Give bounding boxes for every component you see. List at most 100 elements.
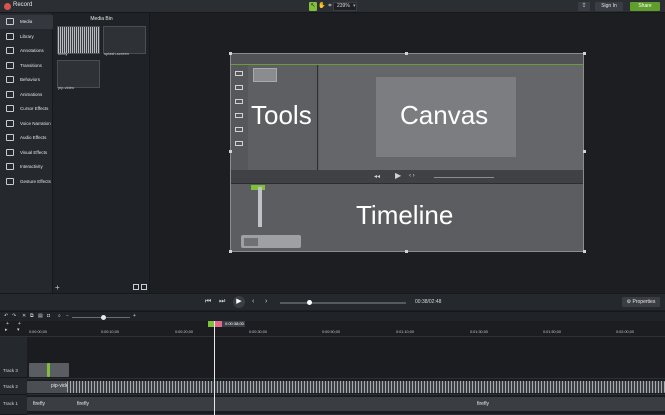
firefly-clip-label: firefly: [477, 401, 489, 407]
track-lane-3[interactable]: [27, 361, 665, 379]
sidebar-item-voice-narration[interactable]: Voice Narration: [0, 117, 53, 131]
track-2-audio-waveform[interactable]: [67, 381, 665, 393]
sidebar-item-label: Cursor Effects: [20, 106, 49, 111]
sidebar-item-visual-effects[interactable]: Visual Effects: [0, 146, 53, 160]
sidebar-item-label: Animations: [20, 91, 43, 97]
ruler-tick-label: 0:00:20;00: [175, 330, 193, 334]
grid-view-icon[interactable]: [133, 284, 139, 290]
track-lane-1[interactable]: firefly firefly firefly: [27, 395, 665, 415]
add-media-button[interactable]: +: [55, 283, 60, 292]
resize-handle[interactable]: [229, 150, 232, 153]
next-clip-icon[interactable]: ›: [265, 298, 267, 305]
play-button[interactable]: ▶: [233, 296, 245, 308]
ruler-tick-label: 0:02:00;00: [616, 330, 634, 334]
sidebar-item-label: Transitions: [20, 62, 42, 68]
media-thumbnail-pip-video[interactable]: [57, 60, 100, 88]
track-3-clip-marker: [47, 363, 50, 377]
redo-icon[interactable]: ↷: [12, 313, 16, 319]
previous-clip-icon[interactable]: ‹: [252, 298, 254, 305]
copy-icon[interactable]: ⧉: [30, 313, 34, 319]
top-toolbar: Record ↖ ✋ ⌗ 239% ▾ ⇪ Sign In Share: [0, 0, 665, 13]
firefly-clip-label: firefly: [33, 401, 45, 407]
sign-in-button[interactable]: Sign In: [595, 2, 623, 11]
timeline-ruler[interactable]: + + ▸ ▾ 0:00:38;00 0:00:00;00 0:00:10;00…: [0, 321, 665, 337]
sidebar-item-audio-effects[interactable]: Audio Effects: [0, 131, 53, 145]
playhead-out-marker[interactable]: [215, 321, 222, 327]
resize-handle[interactable]: [583, 250, 586, 253]
resize-handle[interactable]: [405, 52, 408, 55]
playhead-line[interactable]: [214, 321, 215, 415]
canvas-label: Canvas: [400, 100, 489, 130]
interactivity-icon: [6, 163, 14, 170]
record-icon[interactable]: [4, 3, 11, 10]
cut-icon[interactable]: ✕: [22, 313, 26, 319]
resize-handle[interactable]: [229, 250, 232, 253]
track-name-2: Track 2: [3, 384, 18, 389]
behaviors-icon: [6, 76, 14, 83]
firefly-clip[interactable]: [27, 397, 665, 411]
media-thumbnail-firefly[interactable]: [57, 26, 100, 54]
sidebar-item-transitions[interactable]: Transitions: [0, 59, 53, 73]
preview-tool-icon: [235, 127, 243, 132]
preview-scrubber: [434, 177, 494, 178]
ruler-tick-label: 0:00:50;00: [322, 330, 340, 334]
playback-scrubber[interactable]: [280, 302, 406, 304]
scrubber-handle[interactable]: [307, 300, 312, 305]
pan-tool-icon[interactable]: ✋: [318, 2, 326, 11]
chevron-down-icon[interactable]: ▾: [353, 2, 356, 11]
sidebar-item-interactivity[interactable]: Interactivity: [0, 160, 53, 174]
ruler-tick-label: 0:01:30;00: [470, 330, 488, 334]
select-tool-icon[interactable]: ↖: [309, 2, 317, 11]
sidebar-item-media[interactable]: Media: [0, 15, 53, 29]
sidebar-item-cursor-effects[interactable]: Cursor Effects: [0, 102, 53, 116]
snapshot-icon[interactable]: ◘: [47, 313, 50, 319]
gesture-effects-icon: [6, 177, 14, 185]
expand-tracks-icon[interactable]: ▾: [17, 327, 20, 333]
sidebar-item-label: Gesture Effects: [20, 178, 51, 184]
sidebar-item-annotations[interactable]: Annotations: [0, 44, 53, 58]
preview-playbar: [231, 170, 583, 184]
timeline-tracks: Track 3 Track 2 Track 1 pip-video firefl…: [0, 337, 665, 415]
sidebar-item-label: Behaviors: [20, 77, 41, 82]
resize-handle[interactable]: [583, 150, 586, 153]
firefly-clip-label: firefly: [77, 401, 89, 407]
sidebar-item-gesture-effects[interactable]: Gesture Effects: [0, 175, 53, 189]
preview-topbar: [231, 54, 583, 65]
track-name-3: Track 3: [3, 368, 18, 373]
timeline-zoom-handle[interactable]: [101, 315, 106, 320]
ruler-tick-label: 0:00:30;00: [249, 330, 267, 334]
timeline-toolbar: ↶ ↷ ✕ ⧉ ▤ ◘ ⌕ − +: [0, 311, 665, 321]
zoom-icon[interactable]: ⌕: [58, 313, 61, 319]
media-thumbnail-splash-screen[interactable]: [103, 26, 146, 54]
zoom-out-icon[interactable]: −: [66, 313, 69, 319]
resize-handle[interactable]: [229, 52, 232, 55]
sidebar-item-animations[interactable]: Animations: [0, 88, 53, 102]
upload-button[interactable]: ⇪: [578, 2, 590, 11]
sidebar-item-label: Audio Effects: [20, 135, 47, 140]
preview-tool-icon: [235, 99, 243, 104]
track-lane-2[interactable]: pip-video: [27, 379, 665, 395]
transitions-icon: [6, 61, 14, 69]
list-view-icon[interactable]: [141, 284, 147, 290]
canvas-preview-image[interactable]: Tools Canvas ◂◂ ▶ ‹ › Timeline: [230, 53, 584, 252]
ruler-tick-label: 0:01:10;00: [396, 330, 414, 334]
share-button[interactable]: Share: [630, 2, 660, 11]
step-back-icon[interactable]: ⏮: [205, 298, 211, 306]
resize-handle[interactable]: [405, 250, 408, 253]
resize-handle[interactable]: [583, 52, 586, 55]
ruler-tick-label: 0:00:00;00: [29, 330, 47, 334]
record-button[interactable]: Record: [13, 2, 32, 8]
collapse-tracks-icon[interactable]: ▸: [5, 327, 8, 333]
step-forward-icon[interactable]: ⏭: [219, 298, 225, 306]
zoom-in-icon[interactable]: +: [133, 313, 136, 319]
audio-effects-icon: [6, 134, 14, 141]
paste-icon[interactable]: ▤: [38, 313, 43, 319]
cursor-effects-icon: [6, 105, 14, 112]
sidebar-item-library[interactable]: Library: [0, 30, 53, 44]
ruler-tick-label: 0:00:10;00: [101, 330, 119, 334]
undo-icon[interactable]: ↶: [4, 313, 8, 319]
properties-button[interactable]: ⚙ Properties: [622, 297, 660, 307]
sidebar-item-behaviors[interactable]: Behaviors: [0, 73, 53, 87]
playback-time: 00:38/02:48: [415, 299, 442, 305]
properties-label: Properties: [632, 299, 656, 305]
